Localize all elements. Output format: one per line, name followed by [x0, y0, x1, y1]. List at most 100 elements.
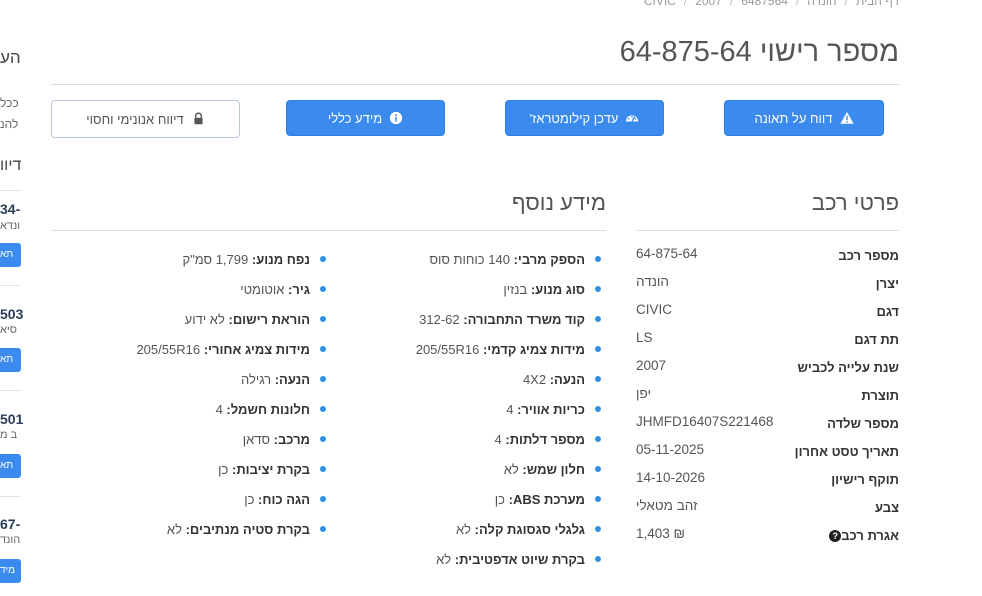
sidebar-item-button[interactable]: תא [0, 454, 21, 478]
sidebar-divider [0, 190, 21, 191]
info-item: בקרת סטיה מנתיבים: לא [167, 522, 326, 537]
info-item: מערכת ABS: כן [495, 492, 601, 507]
info-value: כן [494, 492, 505, 507]
update-mileage-button[interactable]: עדכן קילומטראז' [505, 100, 664, 136]
info-key: הנעה: [274, 372, 310, 387]
info-key: גלגלי סגסוגת קלה: [474, 522, 585, 537]
vehicle-row: שנת עלייה לכביש 2007 [636, 358, 899, 378]
info-key: הנעה: [549, 372, 585, 387]
info-item: חלונות חשמל: 4 [216, 402, 326, 417]
info-item: הגה כוח: כן [244, 492, 326, 507]
vehicle-row-label: מספר רכב [838, 248, 899, 263]
info-key: בקרת שיוט אדפטיבית: [454, 552, 585, 567]
info-item: מספר דלתות: 4 [495, 432, 601, 447]
info-value: 4X2 [522, 372, 547, 387]
sidebar-text: להנ [0, 117, 19, 131]
sidebar-divider [0, 285, 21, 286]
general-info-label: מידע כללי [327, 110, 383, 126]
info-value: 205/55R16 [136, 342, 201, 357]
sidebar-item-button[interactable]: מיד [0, 559, 21, 583]
info-item: קוד משרד התחבורה: 312-62 [419, 312, 601, 327]
info-value: לא [455, 522, 472, 537]
anonymous-report-button[interactable]: דיווח אנונימי וחסוי [51, 100, 240, 138]
vehicle-row-value: JHMFD16407S221468 [636, 414, 774, 429]
sidebar-item-sub: ונדא [0, 220, 21, 232]
sidebar-item-sub: סיא [0, 324, 17, 336]
breadcrumb-manufacturer[interactable]: הונדה [807, 0, 836, 8]
sidebar-item-plate[interactable]: -67 [0, 516, 20, 532]
help-icon[interactable]: ? [829, 530, 842, 542]
info-value: לא [166, 522, 182, 537]
bullet-icon [595, 286, 601, 292]
bullet-icon [595, 526, 601, 532]
info-value: לא [436, 552, 452, 567]
info-key: חלונות חשמל: [226, 402, 310, 417]
info-key: הספק מרבי: [513, 252, 585, 267]
vehicle-row-value: 05-11-2025 [636, 442, 705, 457]
bullet-icon [595, 556, 601, 562]
vehicle-row-label: צבע [874, 500, 899, 515]
vehicle-row-value: ₪ 1,403 [636, 526, 686, 541]
info-value: 312-62 [419, 312, 460, 327]
bullet-icon [320, 346, 326, 352]
bullet-icon [320, 496, 326, 502]
breadcrumb-separator: / [729, 0, 734, 8]
vehicle-row-value: CIVIC [636, 302, 673, 317]
warning-icon [839, 111, 854, 125]
bullet-icon [320, 376, 326, 382]
sidebar-item-plate[interactable]: 501 [0, 411, 23, 427]
sidebar-divider [0, 496, 21, 497]
vehicle-row: יצרן הונדה [636, 274, 899, 294]
info-item: מידות צמיג אחורי: 205/55R16 [136, 342, 326, 357]
bullet-icon [320, 436, 326, 442]
info-item: סוג מנוע: בנזין [503, 282, 601, 297]
vehicle-row: תוצרת יפן [636, 386, 899, 406]
info-item: חלון שמש: לא [504, 462, 601, 477]
sidebar-text: ככל [0, 96, 19, 110]
vehicle-row-label: אגרת רכב? [823, 528, 899, 543]
info-key: מספר דלתות: [505, 432, 585, 447]
info-key: בקרת יציבות: [231, 462, 310, 477]
vehicle-row-label: תאריך טסט אחרון [794, 444, 899, 459]
breadcrumb-model[interactable]: CIVIC [644, 0, 676, 8]
info-item: מידות צמיג קדמי: 205/55R16 [416, 342, 601, 357]
sidebar-item-plate[interactable]: 503 [0, 306, 23, 322]
bullet-icon [595, 376, 601, 382]
info-item: הוראת רישום: לא ידוע [185, 312, 326, 327]
info-key: קוד משרד התחבורה: [463, 312, 585, 327]
vehicle-row-label: דגם [876, 304, 899, 319]
info-value: 140 כוחות סוס [429, 252, 510, 267]
info-value: לא [503, 462, 519, 477]
sidebar-divider [0, 390, 21, 391]
bullet-icon [595, 346, 601, 352]
info-key: גיר: [288, 282, 310, 297]
sidebar-heading: הע [0, 48, 21, 67]
report-accident-button[interactable]: דווח על תאונה [724, 100, 884, 136]
page-title: מספר רישוי 64-875-64 [619, 36, 899, 68]
info-value: אוטומטי [240, 282, 285, 297]
sidebar-item-plate[interactable]: -34 [0, 201, 20, 217]
vehicle-row: דגם CIVIC [636, 302, 899, 322]
anonymous-report-label: דיווח אנונימי וחסוי [86, 111, 184, 127]
info-item: בקרת יציבות: כן [218, 462, 326, 477]
info-value: לא ידוע [184, 312, 225, 327]
vehicle-row-label: שנת עלייה לכביש [797, 360, 899, 375]
breadcrumb-separator: / [844, 0, 848, 8]
sidebar-item-sub: הונד [0, 534, 21, 546]
vehicle-row: תוקף רישיון 14-10-2026 [636, 470, 899, 490]
info-item: בקרת שיוט אדפטיבית: לא [436, 552, 601, 567]
general-info-button[interactable]: מידע כללי [286, 100, 445, 136]
sidebar-item-button[interactable]: תא [0, 348, 21, 372]
info-key: מרכב: [273, 432, 310, 447]
vehicle-row-value: יפן [636, 386, 651, 401]
vehicle-row: תת דגם LS [636, 330, 899, 350]
breadcrumb-home[interactable]: דף הבית [856, 0, 899, 8]
info-item: גלגלי סגסוגת קלה: לא [456, 522, 601, 537]
sidebar-item-button[interactable]: תא [0, 243, 21, 267]
bullet-icon [320, 256, 326, 262]
info-item: הספק מרבי: 140 כוחות סוס [429, 252, 601, 267]
breadcrumb-year[interactable]: 2007 [695, 0, 722, 8]
vehicle-row: מספר שלדה JHMFD16407S221468 [636, 414, 899, 434]
vehicle-row-value: זהב מטאלי [636, 498, 698, 513]
vehicle-row-label: תוקף רישיון [831, 472, 899, 487]
